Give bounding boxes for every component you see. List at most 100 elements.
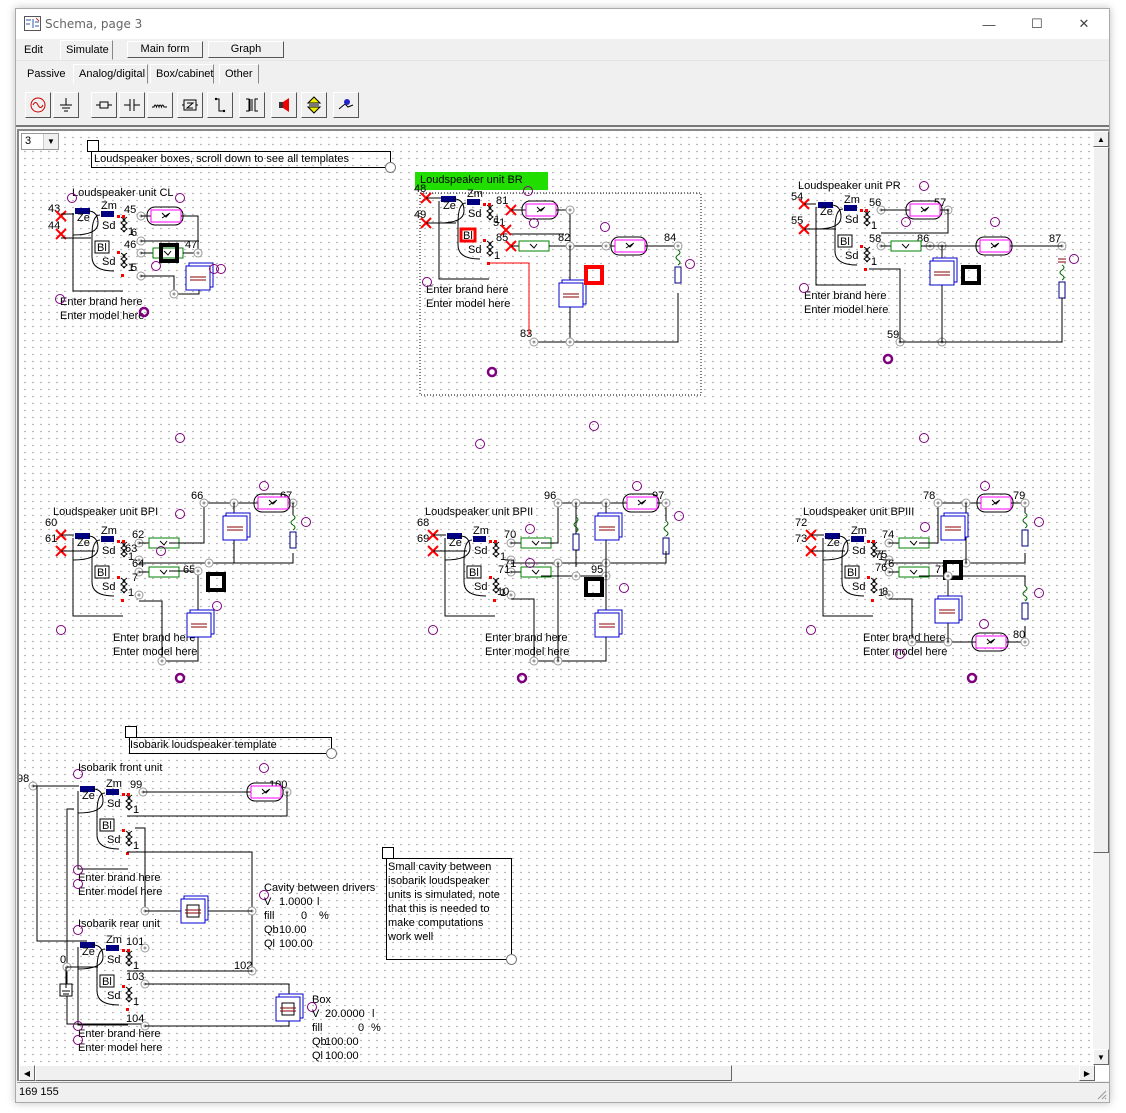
selection-marker[interactable] [619,583,629,593]
measure-point-icon[interactable] [584,577,604,597]
node-terminal[interactable] [943,571,953,581]
note-drag-handle[interactable] [125,726,137,738]
selection-marker[interactable] [216,264,226,274]
node-terminal[interactable] [140,943,150,953]
scroll-right-button[interactable]: ▶ [1079,1065,1095,1081]
cabinet-icon[interactable] [185,262,214,291]
main-form-button[interactable]: Main form [127,41,203,58]
unit-pr[interactable]: Loudspeaker unit PR5455ZeZmSdSdBl1156 575… [791,180,1079,365]
port-icon[interactable] [976,493,1014,513]
selection-marker[interactable] [259,481,269,491]
tab-passive[interactable]: Passive [21,64,71,84]
port-icon[interactable] [971,632,1009,652]
cabinet-icon[interactable] [929,257,958,286]
selection-marker[interactable] [919,181,929,191]
horizontal-scroll-thumb[interactable] [35,1065,732,1081]
isobarik-note[interactable]: Isobarik loudspeaker template [125,726,337,759]
cabinet-icon[interactable] [180,895,209,924]
selection-marker[interactable] [529,218,539,228]
node-terminal[interactable] [204,558,214,568]
unit-bpii[interactable]: Loudspeaker unit BPII6869 ZeZmSdSdBl11707… [417,481,684,684]
selection-marker[interactable] [674,511,684,521]
selection-marker[interactable] [600,222,610,232]
cabinet-icon[interactable] [186,609,215,638]
node-terminal[interactable] [553,498,563,508]
tab-analog-digital[interactable]: Analog/digital [73,64,148,84]
resize-grip-icon[interactable] [1095,1088,1107,1100]
cabinet-icon[interactable] [222,512,251,541]
close-button[interactable]: ✕ [1061,9,1107,39]
selection-marker[interactable] [901,217,911,227]
selection-marker[interactable] [151,261,161,271]
selection-marker[interactable] [301,517,311,527]
cabinet-icon[interactable] [594,512,623,541]
horizontal-scrollbar[interactable]: ◀ ▶ [19,1065,1095,1081]
node-terminal[interactable] [157,656,167,666]
selection-marker[interactable] [1069,254,1079,264]
selection-marker[interactable] [990,217,1000,227]
cabinet-icon[interactable] [275,993,304,1022]
selection-marker[interactable] [428,625,438,635]
selection-marker[interactable] [56,625,66,635]
selection-marker[interactable] [806,625,816,635]
node-terminal[interactable] [199,498,209,508]
port-icon[interactable] [246,782,284,802]
capacitor-button[interactable] [119,92,145,118]
impedance-button[interactable] [177,92,203,118]
node-terminal[interactable] [673,241,683,251]
port-icon[interactable] [521,200,559,220]
selection-marker[interactable] [920,522,930,532]
cabinet-icon[interactable] [934,595,963,624]
tab-box-cabinet[interactable]: Box/cabinet [150,64,214,84]
node-terminal[interactable] [933,498,943,508]
selection-marker[interactable] [1034,517,1044,527]
node-terminal[interactable] [661,498,671,508]
node-terminal[interactable] [193,248,203,258]
scroll-left-button[interactable]: ◀ [19,1065,35,1081]
selection-marker[interactable] [685,259,695,269]
cabinet-icon[interactable] [594,609,623,638]
note-resize-handle[interactable] [506,954,517,965]
impedance-box-icon[interactable] [148,566,180,578]
node-terminal[interactable] [134,590,144,600]
node-terminal[interactable] [565,205,575,215]
selection-marker[interactable] [175,433,185,443]
port-icon[interactable] [622,493,660,513]
measure-point-icon[interactable] [961,265,981,285]
tab-other[interactable]: Other [219,64,259,84]
node-terminal[interactable] [565,337,575,347]
vertical-scroll-thumb[interactable] [1093,147,1109,853]
selection-marker[interactable] [475,439,485,449]
selection-marker[interactable] [632,481,642,491]
cabinet-icon[interactable] [940,512,969,541]
generator-button[interactable] [25,92,51,118]
wire-button[interactable] [207,92,233,118]
minimize-button[interactable]: — [966,9,1012,39]
selection-marker[interactable] [980,481,990,491]
selection-marker[interactable] [1034,588,1044,598]
node-terminal[interactable] [529,656,539,666]
port-icon[interactable] [610,236,648,256]
node-terminal[interactable] [601,241,611,251]
selection-marker[interactable] [516,672,528,684]
probe-button[interactable] [333,92,359,118]
selection-marker[interactable] [525,524,535,534]
node-terminal[interactable] [169,289,179,299]
selection-marker[interactable] [259,763,269,773]
measure-point-icon[interactable] [584,265,604,285]
selection-marker[interactable] [589,421,599,431]
tab-edit[interactable]: Edit [18,40,55,60]
resistor-button[interactable] [91,92,117,118]
selection-marker[interactable] [212,601,222,611]
graph-button[interactable]: Graph [208,41,284,58]
node-terminal[interactable] [571,571,581,581]
unit-bpiii[interactable]: Loudspeaker unit BPIII7273 ZeZmSdSdBl1174… [795,481,1044,684]
vertical-scrollbar[interactable]: ▲ ▼ [1093,131,1109,1065]
isobarik-template[interactable]: Isobarik front unit98ZeZmSdSdBl1199 100En… [19,762,381,1062]
node-terminal[interactable] [1020,498,1030,508]
node-terminal[interactable] [1020,637,1030,647]
selection-marker[interactable] [882,353,894,365]
ground-button[interactable] [53,92,79,118]
tab-simulate[interactable]: Simulate [60,40,113,60]
impedance-box-icon[interactable] [890,240,922,252]
